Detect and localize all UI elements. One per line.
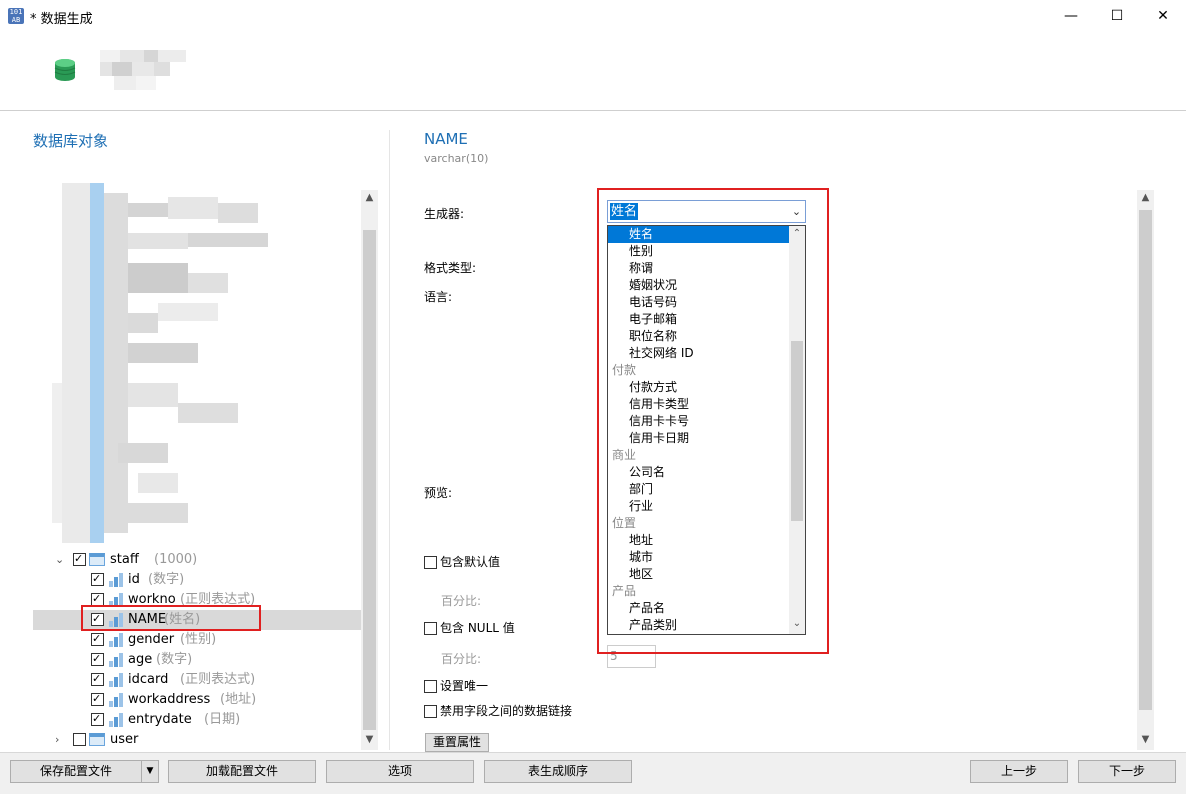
tree-node-hint: (地址) <box>220 692 257 707</box>
tree-node-hint: (日期) <box>204 712 241 727</box>
tree-node-hint: (数字) <box>148 572 185 587</box>
tree-checkbox[interactable] <box>91 669 104 689</box>
column-icon <box>109 633 125 647</box>
column-icon <box>109 693 125 707</box>
tree-node-name: age <box>128 652 153 667</box>
caret-down-icon: ▼ <box>146 766 154 776</box>
field-type: varchar(10) <box>424 152 489 165</box>
percent-label-2: 百分比: <box>441 652 482 666</box>
expand-icon[interactable]: › <box>55 730 59 750</box>
tree-node-hint: (正则表达式) <box>180 672 256 687</box>
panel-splitter[interactable] <box>389 130 390 750</box>
checkbox-box[interactable] <box>424 622 437 635</box>
checkbox-box[interactable] <box>424 556 437 569</box>
tree-node-hint: (1000) <box>154 552 198 567</box>
scroll-down-icon[interactable]: ▼ <box>361 734 378 745</box>
column-icon <box>109 573 125 587</box>
scroll-down-icon[interactable]: ▼ <box>1137 734 1154 745</box>
options-button[interactable]: 选项 <box>326 760 474 783</box>
minimize-icon: — <box>1064 8 1078 24</box>
tree-column-row[interactable]: age(数字) <box>33 649 361 670</box>
format-type-label: 格式类型: <box>424 261 477 275</box>
highlight-box-name <box>81 605 261 631</box>
percent-label-1: 百分比: <box>441 594 482 608</box>
tree-checkbox[interactable] <box>91 649 104 669</box>
language-label: 语言: <box>424 290 453 304</box>
tree-column-row[interactable]: idcard (正则表达式) <box>33 669 361 690</box>
field-name: NAME <box>424 130 468 148</box>
close-icon: ✕ <box>1157 8 1169 24</box>
tree-column-row[interactable]: entrydate (日期) <box>33 709 361 730</box>
tree-table-row[interactable]: › user <box>33 730 361 750</box>
next-button[interactable]: 下一步 <box>1078 760 1176 783</box>
column-icon <box>109 653 125 667</box>
app-icon: 101 AB <box>8 8 24 24</box>
column-icon <box>109 713 125 727</box>
maximize-icon: ☐ <box>1110 8 1124 24</box>
tree-node-name: id <box>128 572 140 587</box>
load-profile-button[interactable]: 加载配置文件 <box>168 760 316 783</box>
scroll-up-icon[interactable]: ▲ <box>361 192 378 203</box>
pixelated-tree-content <box>52 183 272 543</box>
tree-column-row[interactable]: id (数字) <box>33 569 361 590</box>
tree-node-name: workaddress <box>128 692 211 707</box>
properties-scrollbar[interactable]: ▲ ▼ <box>1137 190 1154 750</box>
column-icon <box>109 673 125 687</box>
maximize-button[interactable]: ☐ <box>1094 0 1140 32</box>
prev-button[interactable]: 上一步 <box>970 760 1068 783</box>
highlight-box-generator <box>597 188 829 654</box>
tree-checkbox[interactable] <box>91 569 104 589</box>
table-icon <box>89 733 105 746</box>
left-panel-title: 数据库对象 <box>33 132 109 150</box>
table-icon <box>89 553 105 566</box>
tree-checkbox[interactable] <box>73 549 86 569</box>
reset-properties-button[interactable]: 重置属性 <box>425 733 489 752</box>
tree-node-name: idcard <box>128 672 169 687</box>
preview-label: 预览: <box>424 486 453 500</box>
checkbox-box[interactable] <box>424 680 437 693</box>
pixelated-connection-name <box>100 50 190 92</box>
tree-scrollbar[interactable]: ▲ ▼ <box>361 190 378 750</box>
tree-checkbox[interactable] <box>91 709 104 729</box>
scroll-up-icon[interactable]: ▲ <box>1137 192 1154 203</box>
table-order-button[interactable]: 表生成顺序 <box>484 760 632 783</box>
tree-node-hint: (数字) <box>156 652 193 667</box>
tree-checkbox[interactable] <box>91 689 104 709</box>
close-button[interactable]: ✕ <box>1140 0 1186 32</box>
minimize-button[interactable]: — <box>1048 0 1094 32</box>
save-profile-dropdown-button[interactable]: ▼ <box>141 760 159 783</box>
tree-column-row[interactable]: gender (性别) <box>33 629 361 650</box>
collapse-icon[interactable]: ⌄ <box>55 550 64 570</box>
tree-node-name: entrydate <box>128 712 192 727</box>
tree-checkbox[interactable] <box>91 629 104 649</box>
tree-checkbox[interactable] <box>73 733 86 746</box>
database-icon <box>54 59 76 81</box>
title-bar: 101 AB * 数据生成 — ☐ ✕ <box>0 0 1186 32</box>
tree-node-name: gender <box>128 632 175 647</box>
tree-table-row[interactable]: ⌄ staff (1000) <box>33 549 361 570</box>
tree-node-name: staff <box>110 552 139 567</box>
tree-node-name: user <box>110 732 139 747</box>
tree-column-row[interactable]: workaddress (地址) <box>33 689 361 710</box>
tree-node-hint: (性别) <box>180 632 217 647</box>
scroll-thumb[interactable] <box>363 230 376 730</box>
checkbox-box[interactable] <box>424 705 437 718</box>
window-title: * 数据生成 <box>30 12 93 27</box>
save-profile-button[interactable]: 保存配置文件 <box>10 760 142 783</box>
scroll-thumb[interactable] <box>1139 210 1152 710</box>
tree-view: ⌄staff(1000)id(数字)workno(正则表达式)NAME(姓名)g… <box>33 549 361 750</box>
generator-label: 生成器: <box>424 207 465 221</box>
